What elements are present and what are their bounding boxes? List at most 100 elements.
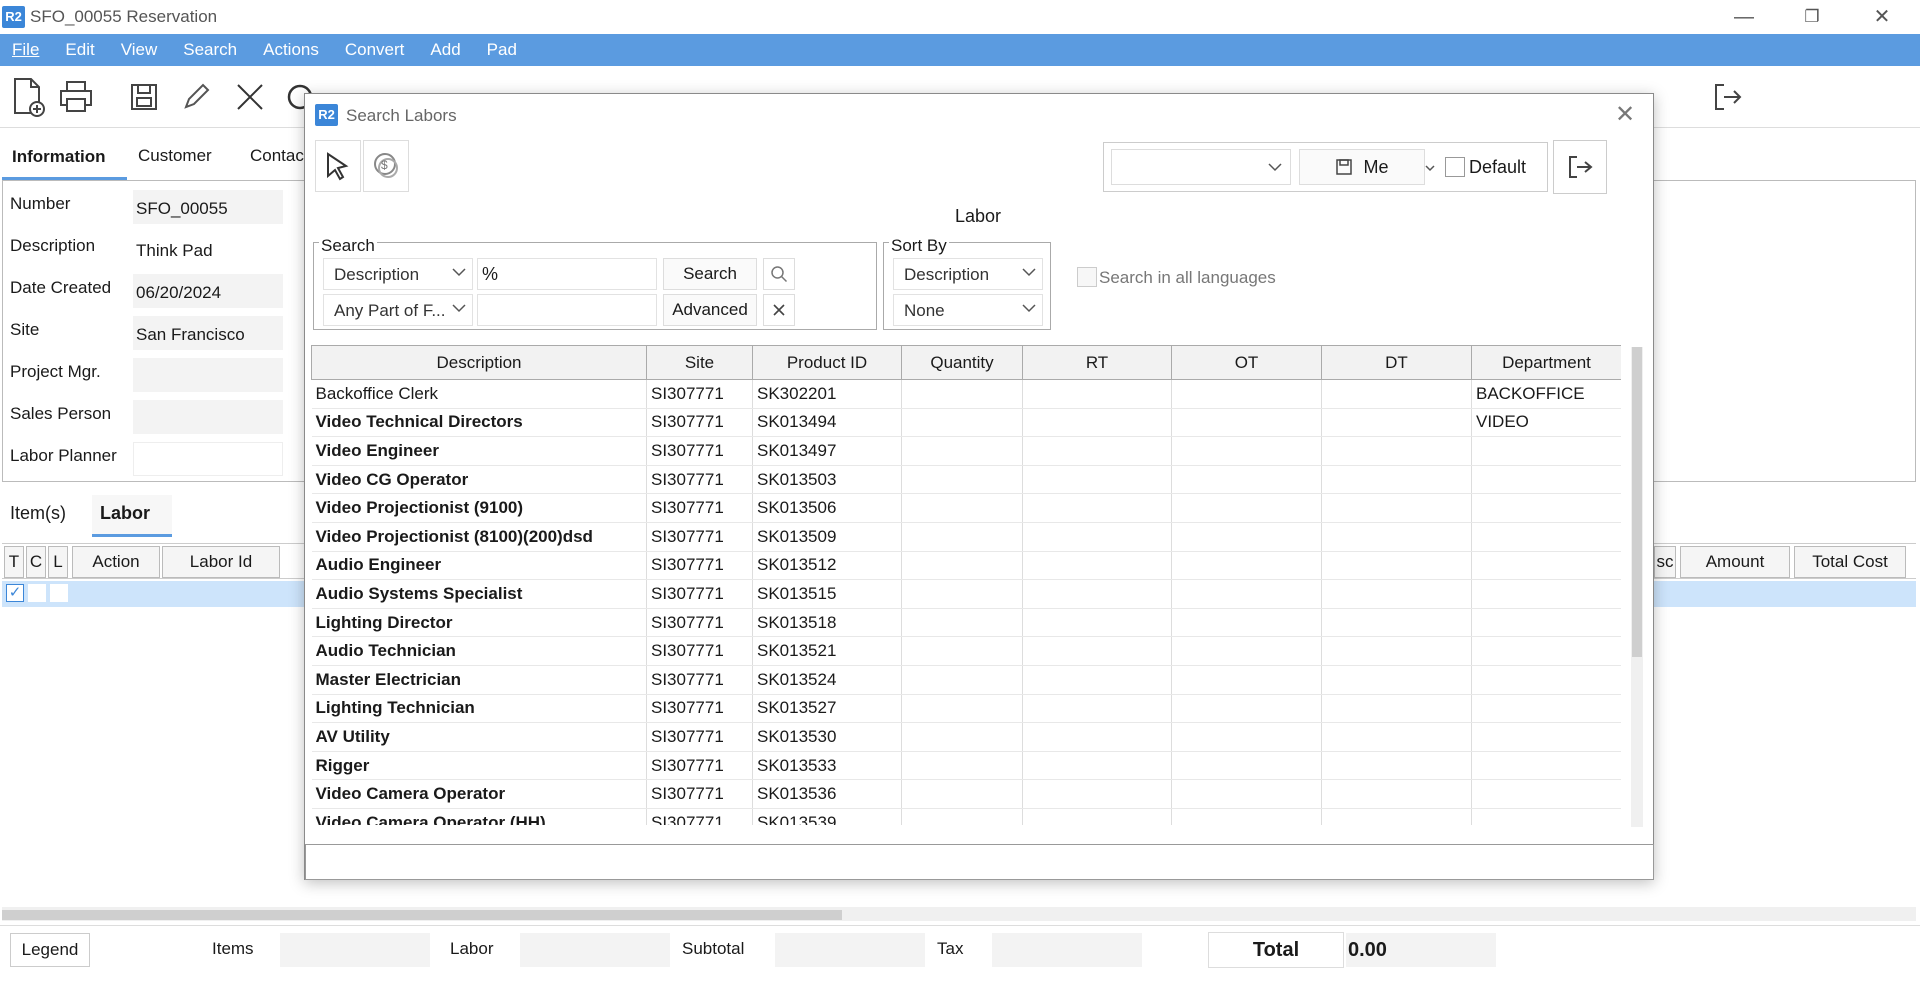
cell-description[interactable]: Audio Engineer — [311, 551, 647, 581]
cell-dt[interactable] — [1321, 551, 1472, 581]
col-description[interactable]: Description — [311, 345, 647, 380]
cell-dt[interactable] — [1321, 722, 1472, 752]
tab-customer[interactable]: Customer — [138, 146, 212, 166]
cell-rt[interactable] — [1022, 779, 1172, 809]
cell-rt[interactable] — [1022, 722, 1172, 752]
cell-department[interactable] — [1471, 722, 1621, 752]
cell-ot[interactable] — [1171, 551, 1322, 581]
cell-quantity[interactable] — [901, 436, 1023, 466]
cell-dt[interactable] — [1321, 779, 1472, 809]
cell-rt[interactable] — [1022, 408, 1172, 438]
cell-site[interactable]: SI307771 — [646, 665, 753, 695]
result-row[interactable]: Video Projectionist (8100)(200)dsd SI3077… — [311, 522, 1621, 552]
menu-add[interactable]: Add — [430, 34, 460, 60]
cell-quantity[interactable] — [901, 379, 1023, 409]
cell-ot[interactable] — [1171, 636, 1322, 666]
cell-dt[interactable] — [1321, 465, 1472, 495]
col-action[interactable]: Action — [72, 546, 160, 578]
cell-ot[interactable] — [1171, 579, 1322, 609]
save-preset-button[interactable]: Me — [1299, 149, 1425, 185]
match-mode-select[interactable]: Any Part of F... — [323, 294, 473, 326]
cell-site[interactable]: SI307771 — [646, 636, 753, 666]
col-ot[interactable]: OT — [1171, 345, 1322, 380]
tab-contact[interactable]: Contac — [250, 146, 304, 166]
result-row[interactable]: Lighting Director SI307771 SK013518 — [311, 608, 1621, 638]
cell-site[interactable]: SI307771 — [646, 551, 753, 581]
cell-site[interactable]: SI307771 — [646, 522, 753, 552]
cell-site[interactable]: SI307771 — [646, 408, 753, 438]
cell-product-id[interactable]: SK013530 — [752, 722, 902, 752]
result-row[interactable]: Video Camera Operator (HH) SI307771 SK0135… — [311, 808, 1621, 825]
col-site[interactable]: Site — [646, 345, 753, 380]
result-row[interactable]: AV Utility SI307771 SK013530 — [311, 722, 1621, 752]
cell-department[interactable] — [1471, 436, 1621, 466]
cell-product-id[interactable]: SK013527 — [752, 694, 902, 724]
search-button[interactable]: Search — [663, 258, 757, 290]
cell-department[interactable]: VIDEO — [1471, 408, 1621, 438]
tab-items[interactable]: Item(s) — [10, 503, 66, 524]
cell-ot[interactable] — [1171, 808, 1322, 825]
result-row[interactable]: Video Engineer SI307771 SK013497 — [311, 436, 1621, 466]
save-preset-dropdown[interactable] — [1421, 149, 1439, 185]
cell-product-id[interactable]: SK013521 — [752, 636, 902, 666]
cell-site[interactable]: SI307771 — [646, 436, 753, 466]
cell-description[interactable]: Video Camera Operator (HH) — [311, 808, 647, 825]
cell-quantity[interactable] — [901, 808, 1023, 825]
cell-site[interactable]: SI307771 — [646, 608, 753, 638]
number-field[interactable]: SFO_00055 — [133, 190, 283, 224]
cell-ot[interactable] — [1171, 436, 1322, 466]
dialog-close-button[interactable]: ✕ — [1615, 100, 1635, 129]
row-checkbox-l[interactable] — [50, 584, 68, 602]
search-field-select[interactable]: Description — [323, 258, 473, 290]
sales-person-field[interactable] — [133, 400, 283, 434]
cell-department[interactable] — [1471, 636, 1621, 666]
cell-department[interactable] — [1471, 694, 1621, 724]
cell-department[interactable] — [1471, 751, 1621, 781]
cell-rt[interactable] — [1022, 493, 1172, 523]
cell-product-id[interactable]: SK013509 — [752, 522, 902, 552]
menu-edit[interactable]: Edit — [65, 34, 94, 60]
cell-description[interactable]: Backoffice Clerk — [311, 379, 647, 409]
cell-rt[interactable] — [1022, 436, 1172, 466]
result-row[interactable]: Video Camera Operator SI307771 SK013536 — [311, 779, 1621, 809]
clear-search-icon[interactable] — [763, 294, 795, 326]
cell-department[interactable] — [1471, 608, 1621, 638]
cell-quantity[interactable] — [901, 551, 1023, 581]
cell-quantity[interactable] — [901, 722, 1023, 752]
cell-site[interactable]: SI307771 — [646, 579, 753, 609]
cell-site[interactable]: SI307771 — [646, 493, 753, 523]
cell-ot[interactable] — [1171, 779, 1322, 809]
cell-quantity[interactable] — [901, 779, 1023, 809]
cell-description[interactable]: Audio Systems Specialist — [311, 579, 647, 609]
cell-ot[interactable] — [1171, 694, 1322, 724]
cell-quantity[interactable] — [901, 465, 1023, 495]
menu-file[interactable]: File — [12, 34, 39, 60]
cell-description[interactable]: Lighting Technician — [311, 694, 647, 724]
cell-quantity[interactable] — [901, 751, 1023, 781]
close-window-button[interactable]: ✕ — [1852, 0, 1912, 34]
pricing-coins-icon[interactable]: $ — [363, 140, 409, 192]
legend-button[interactable]: Legend — [10, 933, 90, 967]
cell-ot[interactable] — [1171, 722, 1322, 752]
menu-actions[interactable]: Actions — [263, 34, 319, 60]
cell-description[interactable]: Video Camera Operator — [311, 779, 647, 809]
cell-ot[interactable] — [1171, 608, 1322, 638]
cell-description[interactable]: Audio Technician — [311, 636, 647, 666]
menu-search[interactable]: Search — [183, 34, 237, 60]
cell-ot[interactable] — [1171, 379, 1322, 409]
cell-rt[interactable] — [1022, 751, 1172, 781]
cell-rt[interactable] — [1022, 694, 1172, 724]
edit-pencil-icon[interactable] — [176, 76, 216, 118]
cell-dt[interactable] — [1321, 808, 1472, 825]
cell-site[interactable]: SI307771 — [646, 722, 753, 752]
cell-product-id[interactable]: SK013518 — [752, 608, 902, 638]
cell-rt[interactable] — [1022, 465, 1172, 495]
cell-quantity[interactable] — [901, 493, 1023, 523]
cell-rt[interactable] — [1022, 579, 1172, 609]
cell-dt[interactable] — [1321, 665, 1472, 695]
result-row[interactable]: Video CG Operator SI307771 SK013503 — [311, 465, 1621, 495]
cell-description[interactable]: Video Projectionist (8100)(200)dsd — [311, 522, 647, 552]
cell-product-id[interactable]: SK013536 — [752, 779, 902, 809]
cell-dt[interactable] — [1321, 694, 1472, 724]
cell-department[interactable] — [1471, 551, 1621, 581]
